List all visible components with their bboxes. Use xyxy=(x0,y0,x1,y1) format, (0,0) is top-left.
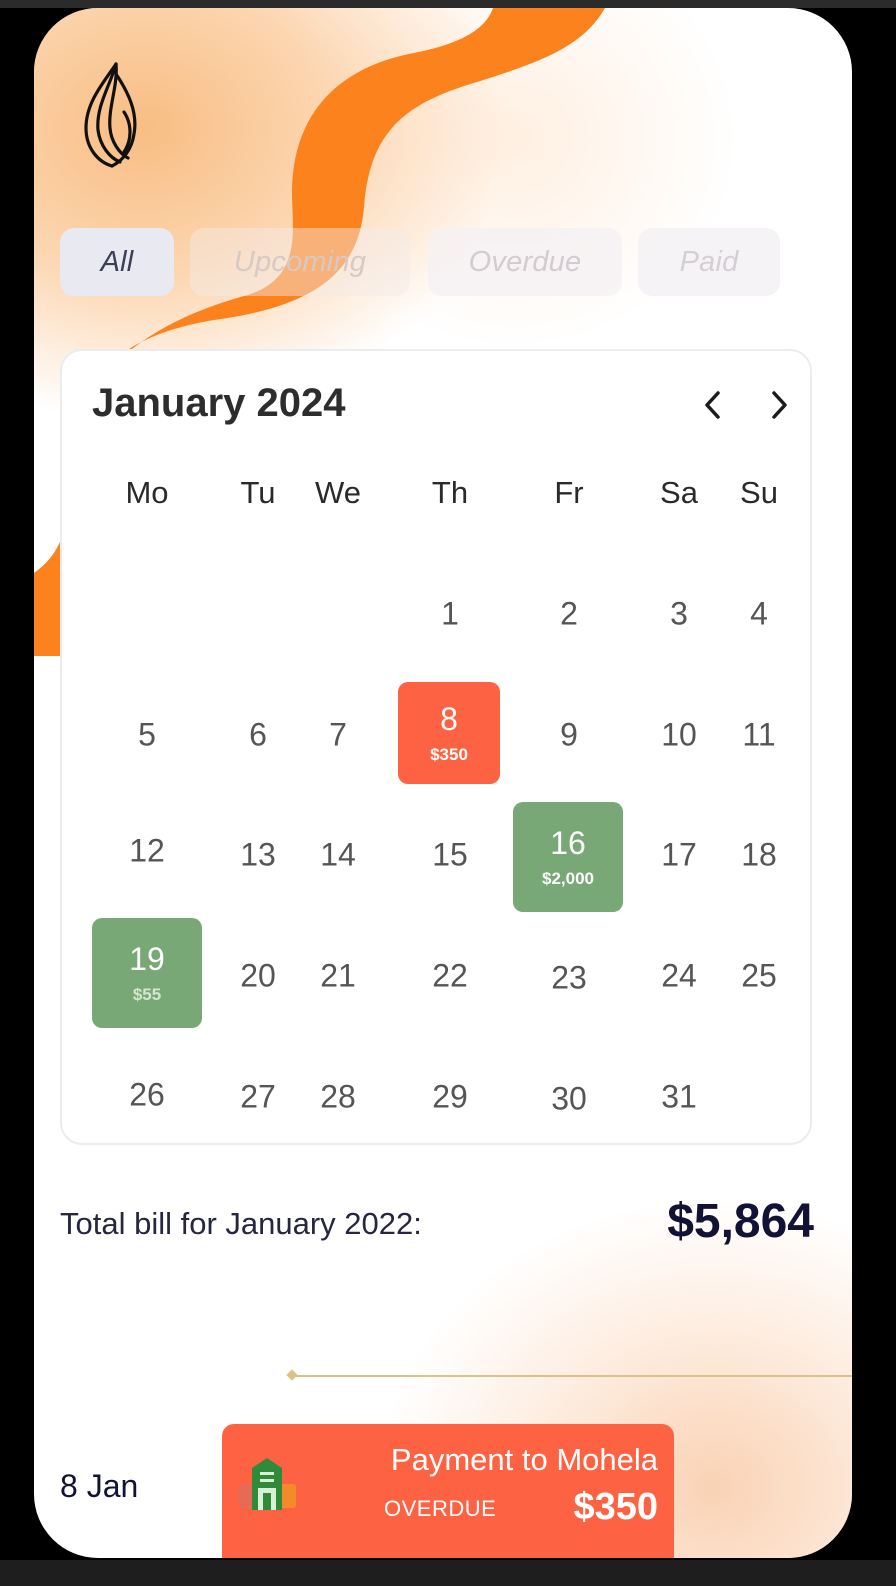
building-icon xyxy=(238,1458,296,1510)
weekday-th: Th xyxy=(431,475,469,510)
calendar-day-bill-paid[interactable]: 19 $55 xyxy=(92,918,202,1028)
weekday-su: Su xyxy=(740,475,778,510)
filter-upcoming[interactable]: Upcoming xyxy=(190,228,410,296)
calendar-day[interactable]: 23 xyxy=(551,960,587,997)
weekday-mo: Mo xyxy=(125,475,169,510)
calendar-day[interactable]: 31 xyxy=(661,1079,697,1116)
filter-paid[interactable]: Paid xyxy=(638,228,780,296)
total-bill-label: Total bill for January 2022: xyxy=(60,1206,422,1241)
calendar-day[interactable]: 9 xyxy=(560,717,578,754)
calendar-day[interactable]: 12 xyxy=(129,833,165,870)
calendar-day[interactable]: 3 xyxy=(670,596,688,633)
calendar-day[interactable]: 4 xyxy=(750,596,768,633)
calendar-day[interactable]: 29 xyxy=(432,1079,468,1116)
payment-title: Payment to Mohela xyxy=(390,1442,658,1477)
payment-date: 8 Jan xyxy=(60,1468,139,1504)
calendar-day[interactable]: 5 xyxy=(138,717,156,754)
calendar-day[interactable]: 7 xyxy=(329,717,347,754)
weekday-we: We xyxy=(315,475,361,510)
calendar-day[interactable]: 10 xyxy=(661,717,697,754)
calendar-month-title: January 2024 xyxy=(92,381,346,425)
calendar-day[interactable]: 14 xyxy=(320,837,356,874)
phone-screen: All Upcoming Overdue Paid January 2024 M… xyxy=(34,8,852,1558)
bill-day-number: 19 xyxy=(129,941,165,977)
calendar-day[interactable]: 26 xyxy=(129,1077,165,1114)
chevron-left-icon[interactable] xyxy=(696,387,732,423)
calendar-day-bill-overdue[interactable]: 8 $350 xyxy=(398,682,500,784)
calendar-day[interactable]: 30 xyxy=(551,1081,587,1118)
calendar-day[interactable]: 1 xyxy=(441,596,459,633)
calendar-day[interactable]: 2 xyxy=(560,596,578,633)
window-bottom-edge xyxy=(0,1560,896,1586)
weekday-tu: Tu xyxy=(240,475,276,510)
calendar-day[interactable]: 20 xyxy=(240,958,276,995)
timeline-line xyxy=(296,1375,852,1377)
weekday-fr: Fr xyxy=(554,475,584,510)
calendar-day[interactable]: 18 xyxy=(741,837,777,874)
flame-logo-icon xyxy=(84,62,137,168)
calendar-card: January 2024 Mo Tu We Th Fr Sa Su 1 2 3 … xyxy=(60,349,812,1145)
total-bill-amount: $5,864 xyxy=(667,1195,814,1248)
calendar-day[interactable]: 27 xyxy=(240,1079,276,1116)
payment-amount: $350 xyxy=(573,1486,658,1528)
calendar-day[interactable]: 6 xyxy=(249,717,267,754)
calendar-day[interactable]: 15 xyxy=(432,837,468,874)
weekday-sa: Sa xyxy=(660,475,698,510)
bill-day-amount: $55 xyxy=(132,985,162,1004)
calendar-day[interactable]: 13 xyxy=(240,837,276,874)
calendar-day[interactable]: 24 xyxy=(661,958,697,995)
chevron-right-icon[interactable] xyxy=(760,387,796,423)
bill-day-amount: $2,000 xyxy=(542,869,594,888)
bill-day-number: 16 xyxy=(550,825,586,861)
bill-day-amount: $350 xyxy=(430,745,468,764)
filter-all[interactable]: All xyxy=(60,228,174,296)
payment-card[interactable]: Payment to Mohela OVERDUE $350 xyxy=(222,1424,674,1558)
payment-status: OVERDUE xyxy=(384,1496,497,1521)
calendar-day[interactable]: 22 xyxy=(432,958,468,995)
calendar-day[interactable]: 21 xyxy=(320,958,356,995)
filter-overdue[interactable]: Overdue xyxy=(428,228,622,296)
calendar-day-bill-paid[interactable]: 16 $2,000 xyxy=(513,802,623,912)
calendar-day[interactable]: 25 xyxy=(741,958,777,995)
bill-day-number: 8 xyxy=(440,701,458,737)
calendar-day[interactable]: 11 xyxy=(742,717,775,754)
window-top-edge xyxy=(0,0,896,8)
calendar-day[interactable]: 17 xyxy=(661,837,697,874)
calendar-day[interactable]: 28 xyxy=(320,1079,356,1116)
